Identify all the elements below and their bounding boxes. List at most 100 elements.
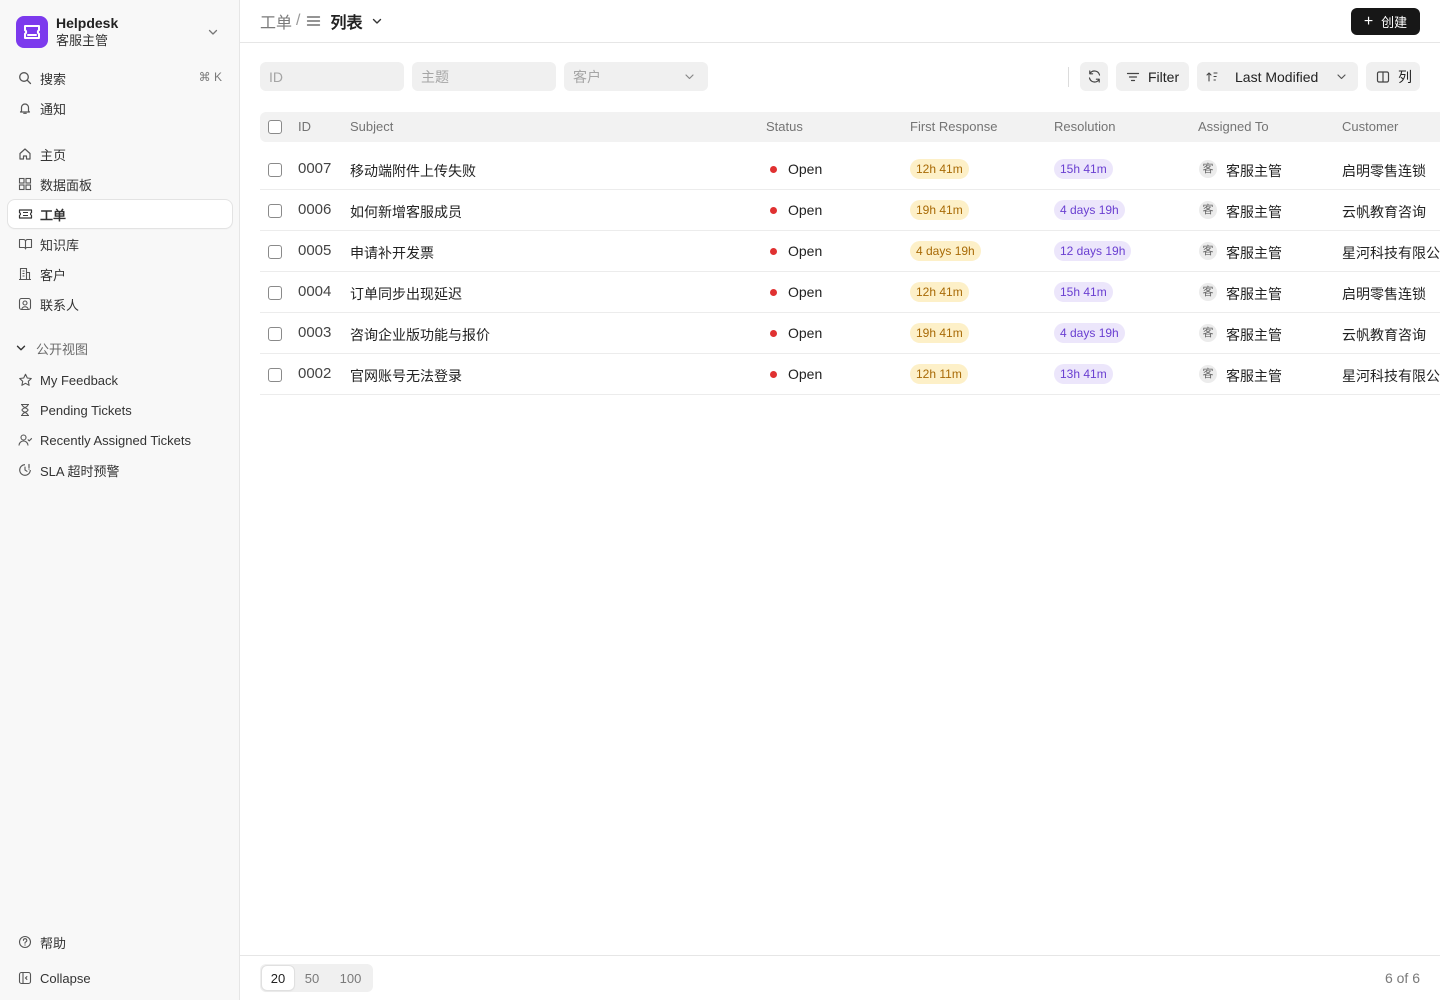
table-row[interactable]: 0007 移动端附件上传失败 Open 12h 41m 15h 41m 客客服主管 启明零售… xyxy=(260,149,1440,190)
filter-button[interactable]: Filter xyxy=(1116,62,1189,91)
row-checkbox[interactable] xyxy=(268,204,282,218)
public-views-toggle[interactable]: 公开视图 xyxy=(14,338,88,358)
filter-button-label: Filter xyxy=(1148,68,1180,85)
section-title: 公开视图 xyxy=(36,341,89,357)
sidebar-item-sla-alert[interactable]: SLA 超时预警 xyxy=(8,456,232,484)
breadcrumb: 工单 / 列表 xyxy=(260,10,384,32)
ticket-id: 0007 xyxy=(298,160,332,177)
status-dot-icon xyxy=(770,166,777,173)
sidebar-item-knowledge-base[interactable]: 知识库 xyxy=(8,230,232,258)
columns-icon xyxy=(1375,69,1391,85)
sidebar-collapse-button[interactable]: Collapse xyxy=(8,964,232,992)
ticket-subject[interactable]: 如何新增客服成员 xyxy=(350,202,462,222)
sidebar-item-pending-tickets[interactable]: Pending Tickets xyxy=(8,396,232,424)
first-response-badge: 19h 41m xyxy=(910,323,969,343)
sidebar-item-customers[interactable]: 客户 xyxy=(8,260,232,288)
ticket-id: 0003 xyxy=(298,324,332,341)
row-checkbox[interactable] xyxy=(268,368,282,382)
chevron-down-icon[interactable] xyxy=(370,14,384,28)
page-size-option[interactable]: 50 xyxy=(294,966,330,990)
assignee-name: 客服主管 xyxy=(1226,286,1282,302)
status-dot-icon xyxy=(770,248,777,255)
row-checkbox[interactable] xyxy=(268,327,282,341)
first-response-badge: 12h 41m xyxy=(910,282,969,302)
workspace-switcher[interactable]: Helpdesk 客服主管 xyxy=(8,8,232,56)
brand-subtitle: 客服主管 xyxy=(56,33,109,48)
column-header-subject[interactable]: Subject xyxy=(350,119,393,134)
sidebar-item-label: 主页 xyxy=(40,147,67,163)
customer-name: 星河科技有限公司 xyxy=(1342,245,1440,261)
resolution-badge: 12 days 19h xyxy=(1054,241,1132,261)
sidebar-item-label: 知识库 xyxy=(40,237,80,253)
sidebar-item-contacts[interactable]: 联系人 xyxy=(8,290,232,318)
column-header-assigned-to[interactable]: Assigned To xyxy=(1198,119,1269,134)
assignee-name: 客服主管 xyxy=(1226,368,1282,384)
ticket-id: 0002 xyxy=(298,365,332,382)
row-checkbox[interactable] xyxy=(268,163,282,177)
row-checkbox[interactable] xyxy=(268,245,282,259)
customer-name: 云帆教育咨询 xyxy=(1342,327,1426,343)
column-header-resolution[interactable]: Resolution xyxy=(1054,119,1115,134)
page-size-option[interactable]: 20 xyxy=(262,966,294,990)
sidebar-item-label: SLA 超时预警 xyxy=(40,463,120,479)
sidebar-item-dashboard[interactable]: 数据面板 xyxy=(8,170,232,198)
ticket-icon xyxy=(17,206,33,222)
status-dot-icon xyxy=(770,330,777,337)
sidebar-item-tickets[interactable]: 工单 xyxy=(8,200,232,228)
breadcrumb-root[interactable]: 工单 xyxy=(260,9,292,33)
ticket-subject[interactable]: 移动端附件上传失败 xyxy=(350,161,476,181)
book-icon xyxy=(17,236,33,252)
sidebar-item-label: Pending Tickets xyxy=(40,402,132,418)
ticket-subject[interactable]: 申请补开发票 xyxy=(350,243,434,263)
ticket-status: Open xyxy=(788,202,823,218)
sidebar-item-label: 数据面板 xyxy=(40,177,93,193)
select-all-checkbox[interactable] xyxy=(268,120,282,134)
table-row[interactable]: 0002 官网账号无法登录 Open 12h 11m 13h 41m 客客服主管 星河科技有… xyxy=(260,354,1440,395)
sidebar-item-label: 通知 xyxy=(40,101,67,117)
table-row[interactable]: 0004 订单同步出现延迟 Open 12h 41m 15h 41m 客客服主管 启明零售连… xyxy=(260,272,1440,313)
ticket-subject[interactable]: 订单同步出现延迟 xyxy=(350,284,462,304)
view-switcher[interactable]: 列表 xyxy=(330,9,362,33)
sidebar-item-search[interactable]: 搜索 ⌘ K xyxy=(8,64,232,92)
resolution-badge: 15h 41m xyxy=(1054,282,1113,302)
table-header: ID Subject Status First Response Resolut… xyxy=(260,112,1440,142)
chevron-down-icon xyxy=(208,29,218,35)
helpdesk-logo-icon xyxy=(16,16,48,48)
avatar: 客 xyxy=(1199,160,1217,178)
create-button-label: 创建 xyxy=(1381,15,1408,30)
table-row[interactable]: 0005 申请补开发票 Open 4 days 19h 12 days 19h 客客服主管… xyxy=(260,231,1440,272)
table-row[interactable]: 0006 如何新增客服成员 Open 19h 41m 4 days 19h 客客服主管 云帆… xyxy=(260,190,1440,231)
sidebar-item-home[interactable]: 主页 xyxy=(8,140,232,168)
row-checkbox[interactable] xyxy=(268,286,282,300)
page-size-option[interactable]: 100 xyxy=(330,966,371,990)
sidebar-item-help[interactable]: 帮助 xyxy=(8,928,232,956)
ticket-subject[interactable]: 官网账号无法登录 xyxy=(350,366,462,386)
result-count: 6 of 6 xyxy=(1384,970,1420,986)
column-header-id[interactable]: ID xyxy=(298,119,311,134)
sidebar-item-label: Recently Assigned Tickets xyxy=(40,432,192,448)
customer-name: 云帆教育咨询 xyxy=(1342,204,1426,220)
chevron-down-icon xyxy=(14,341,28,355)
id-filter-input[interactable]: ID xyxy=(260,62,404,91)
subject-filter-input[interactable]: 主题 xyxy=(412,62,556,91)
ticket-subject[interactable]: 咨询企业版功能与报价 xyxy=(350,325,490,345)
column-header-first-response[interactable]: First Response xyxy=(910,119,997,134)
sidebar-item-notifications[interactable]: 通知 xyxy=(8,94,232,122)
column-header-customer[interactable]: Customer xyxy=(1342,119,1398,134)
column-header-status[interactable]: Status xyxy=(766,119,803,134)
first-response-badge: 4 days 19h xyxy=(910,241,981,261)
columns-button[interactable]: 列 xyxy=(1366,62,1420,91)
customer-filter-placeholder: 客户 xyxy=(573,68,601,85)
home-icon xyxy=(17,146,33,162)
avatar: 客 xyxy=(1199,201,1217,219)
sidebar-item-my-feedback[interactable]: My Feedback xyxy=(8,366,232,394)
sidebar-item-recently-assigned[interactable]: Recently Assigned Tickets xyxy=(8,426,232,454)
first-response-badge: 12h 11m xyxy=(910,364,968,384)
create-ticket-button[interactable]: + 创建 xyxy=(1351,8,1420,35)
customer-filter-select[interactable]: 客户 xyxy=(564,62,708,91)
chevron-down-icon xyxy=(1337,74,1346,80)
filter-icon xyxy=(1125,69,1141,85)
table-row[interactable]: 0003 咨询企业版功能与报价 Open 19h 41m 4 days 19h 客客服主管… xyxy=(260,313,1440,354)
sort-button[interactable]: Last Modified xyxy=(1197,62,1358,91)
refresh-button[interactable] xyxy=(1080,62,1108,91)
